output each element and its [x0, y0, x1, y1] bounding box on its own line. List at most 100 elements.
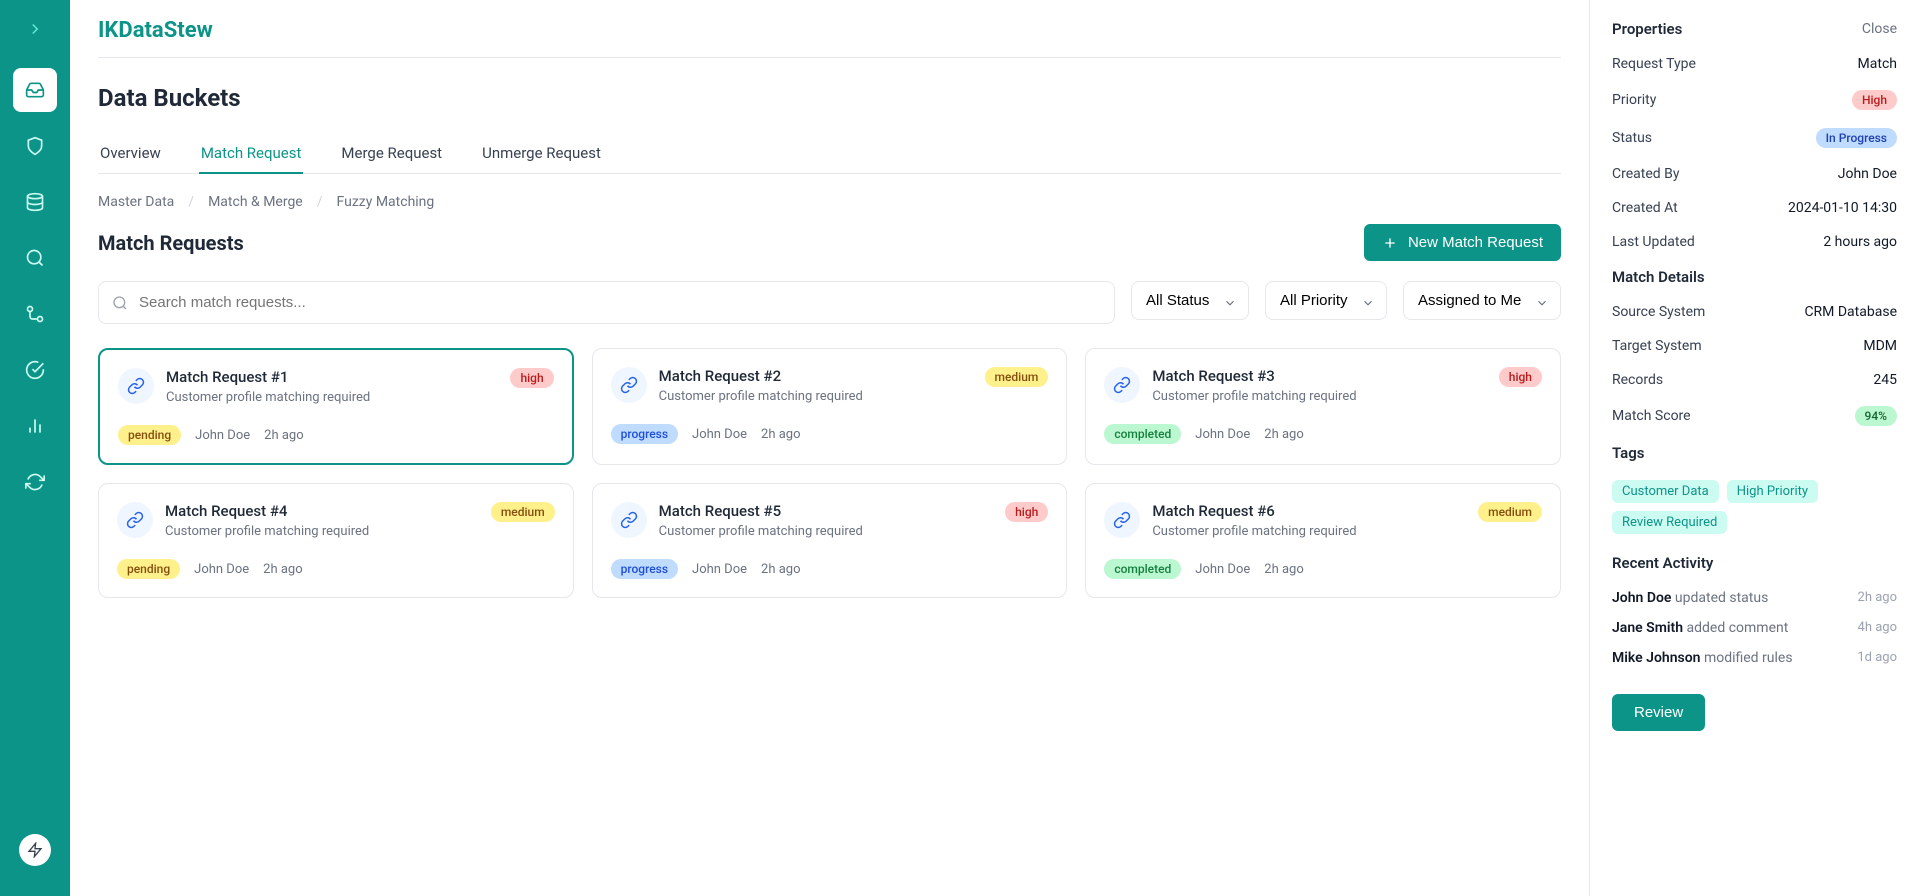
- activity-row: Jane Smith added comment4h ago: [1612, 620, 1897, 636]
- sidebar-item-database[interactable]: [13, 180, 57, 224]
- prop-label: Created By: [1612, 166, 1679, 182]
- tag-pill[interactable]: High Priority: [1727, 480, 1818, 503]
- sidebar-item-check[interactable]: [13, 348, 57, 392]
- chart-icon: [25, 416, 45, 436]
- status-badge: progress: [611, 424, 678, 444]
- sidebar-item-inbox[interactable]: [13, 68, 57, 112]
- new-match-request-button[interactable]: New Match Request: [1364, 224, 1561, 261]
- status-badge: pending: [118, 425, 181, 445]
- card-author: John Doe: [1195, 427, 1250, 442]
- search-icon: [112, 295, 128, 311]
- prop-label: Records: [1612, 372, 1663, 388]
- card-time: 2h ago: [1264, 427, 1303, 442]
- card-title: Match Request #6: [1152, 502, 1466, 520]
- prop-label: Created At: [1612, 200, 1678, 216]
- panel-close-button[interactable]: Close: [1862, 21, 1897, 37]
- card-description: Customer profile matching required: [166, 390, 498, 405]
- activity-action: modified rules: [1704, 650, 1793, 666]
- sidebar-item-chart[interactable]: [13, 404, 57, 448]
- status-badge: In Progress: [1816, 128, 1897, 148]
- status-badge: pending: [117, 559, 180, 579]
- request-card[interactable]: Match Request #3Customer profile matchin…: [1085, 348, 1561, 465]
- card-time: 2h ago: [761, 427, 800, 442]
- request-card[interactable]: Match Request #2Customer profile matchin…: [592, 348, 1068, 465]
- activity-name: John Doe: [1612, 590, 1671, 606]
- sidebar-item-shield[interactable]: [13, 124, 57, 168]
- request-card[interactable]: Match Request #6 Customer profile matchin…: [1085, 483, 1561, 598]
- tab-merge-request[interactable]: Merge Request: [339, 134, 444, 173]
- request-card[interactable]: Match Request #5 Customer profile matchin…: [592, 483, 1068, 598]
- score-badge: 94%: [1855, 406, 1897, 426]
- button-label: New Match Request: [1408, 234, 1543, 251]
- check-circle-icon: [25, 360, 45, 380]
- link-icon: [611, 367, 647, 403]
- status-badge: completed: [1104, 559, 1181, 579]
- prop-label: Target System: [1612, 338, 1702, 354]
- page-title: Data Buckets: [98, 84, 1561, 112]
- card-description: Customer profile matching required: [1152, 524, 1466, 539]
- assigned-filter[interactable]: Assigned to Me: [1403, 281, 1561, 320]
- refresh-icon: [25, 472, 45, 492]
- match-details-title: Match Details: [1612, 268, 1897, 286]
- review-button[interactable]: Review: [1612, 694, 1705, 731]
- priority-badge: medium: [491, 502, 555, 522]
- prop-value: CRM Database: [1804, 304, 1897, 320]
- search-input[interactable]: [98, 281, 1115, 324]
- card-time: 2h ago: [264, 428, 303, 443]
- card-author: John Doe: [1195, 562, 1250, 577]
- card-description: Customer profile matching required: [659, 524, 993, 539]
- section-title: Match Requests: [98, 231, 244, 255]
- sidebar-expand-button[interactable]: [26, 20, 44, 38]
- prop-label: Source System: [1612, 304, 1705, 320]
- tag-pill[interactable]: Review Required: [1612, 511, 1727, 534]
- lightning-button[interactable]: [19, 834, 51, 866]
- card-description: Customer profile matching required: [165, 524, 479, 539]
- breadcrumb-item[interactable]: Master Data: [98, 194, 174, 210]
- card-author: John Doe: [692, 427, 747, 442]
- breadcrumb-item[interactable]: Match & Merge: [208, 194, 303, 210]
- panel-title: Properties: [1612, 20, 1682, 38]
- prop-label: Last Updated: [1612, 234, 1695, 250]
- request-card[interactable]: Match Request #1Customer profile matchin…: [98, 348, 574, 465]
- plus-icon: [1382, 235, 1398, 251]
- inbox-icon: [25, 80, 45, 100]
- card-description: Customer profile matching required: [1152, 389, 1486, 404]
- card-time: 2h ago: [761, 562, 800, 577]
- priority-badge: high: [510, 368, 553, 388]
- prop-label: Status: [1612, 130, 1652, 146]
- activity-row: John Doe updated status2h ago: [1612, 590, 1897, 606]
- link-icon: [118, 368, 154, 404]
- tab-match-request[interactable]: Match Request: [199, 134, 304, 174]
- status-filter[interactable]: All Status: [1131, 281, 1249, 320]
- sidebar-item-workflow[interactable]: [13, 292, 57, 336]
- prop-value: 245: [1873, 372, 1897, 388]
- tab-overview[interactable]: Overview: [98, 134, 163, 173]
- prop-value: John Doe: [1838, 166, 1897, 182]
- status-badge: progress: [611, 559, 678, 579]
- card-title: Match Request #5: [659, 502, 993, 520]
- link-icon: [117, 502, 153, 538]
- priority-badge: High: [1852, 90, 1897, 110]
- sidebar-item-search[interactable]: [13, 236, 57, 280]
- card-time: 2h ago: [1264, 562, 1303, 577]
- tag-pill[interactable]: Customer Data: [1612, 480, 1719, 503]
- tab-unmerge-request[interactable]: Unmerge Request: [480, 134, 603, 173]
- prop-value: 2024-01-10 14:30: [1788, 200, 1897, 216]
- sidebar-item-refresh[interactable]: [13, 460, 57, 504]
- properties-panel: Properties Close Request TypeMatch Prior…: [1589, 0, 1919, 896]
- database-icon: [25, 192, 45, 212]
- prop-label: Priority: [1612, 92, 1656, 108]
- prop-value: MDM: [1863, 338, 1897, 354]
- priority-filter[interactable]: All Priority: [1265, 281, 1387, 320]
- card-author: John Doe: [195, 428, 250, 443]
- priority-badge: high: [1005, 502, 1048, 522]
- link-icon: [611, 502, 647, 538]
- tags-list: Customer Data High PriorityReview Require…: [1612, 480, 1897, 534]
- sidebar: [0, 0, 70, 896]
- search-icon: [25, 248, 45, 268]
- request-card[interactable]: Match Request #4Customer profile matchin…: [98, 483, 574, 598]
- status-badge: completed: [1104, 424, 1181, 444]
- breadcrumb-item[interactable]: Fuzzy Matching: [337, 194, 435, 210]
- activity-action: added comment: [1687, 620, 1789, 636]
- card-author: John Doe: [194, 562, 249, 577]
